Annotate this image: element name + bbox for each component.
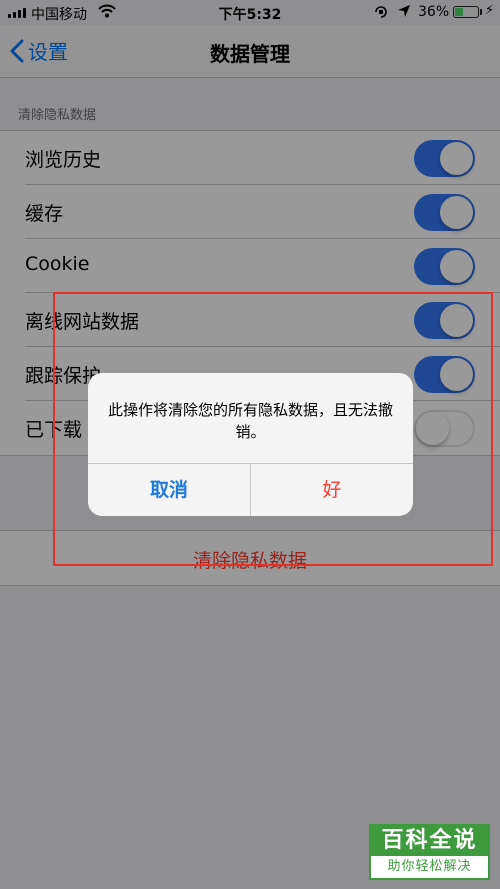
watermark-title: 百科全说: [371, 826, 488, 856]
watermark-slogan: 助你轻松解决: [387, 859, 472, 874]
confirm-alert-dialog: 此操作将清除您的所有隐私数据，且无法撤销。 取消 好: [88, 373, 413, 516]
settings-screen: 中国移动 下午5:32 36% ⚡︎ 设置 数据管理 清除隐私数据 浏览历史 缓…: [0, 0, 500, 889]
alert-message: 此操作将清除您的所有隐私数据，且无法撤销。: [107, 401, 393, 441]
alert-button-row: 取消 好: [88, 463, 413, 516]
watermark-logo: 百科全说 助你轻松解决: [369, 824, 490, 880]
alert-ok-button[interactable]: 好: [251, 464, 413, 516]
alert-cancel-button[interactable]: 取消: [88, 464, 251, 516]
